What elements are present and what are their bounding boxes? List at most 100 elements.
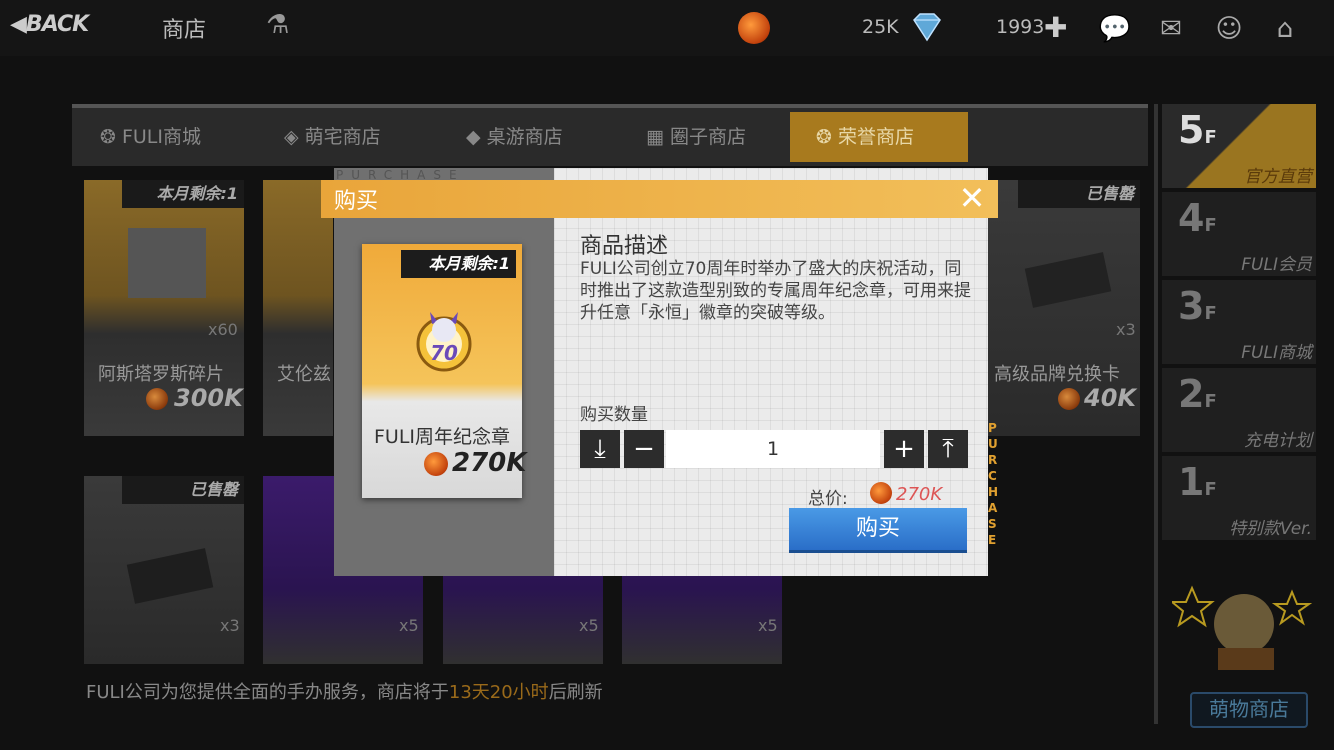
refresh-countdown: 13天20小时 bbox=[448, 682, 549, 703]
refresh-notice-prefix: FULI公司为您提供全面的手办服务，商店将于 bbox=[86, 682, 449, 703]
item-name: FULI周年纪念章 bbox=[373, 426, 511, 448]
building-icon: ▦ bbox=[646, 126, 670, 148]
card-price: 40K bbox=[1084, 384, 1136, 412]
shop-card[interactable]: 已售罄 x3 bbox=[84, 476, 244, 664]
badge-icon: ❂ bbox=[100, 126, 122, 148]
tab-label: 荣誉商店 bbox=[837, 126, 914, 148]
card-name: 高级品牌兑换卡 bbox=[994, 364, 1120, 385]
honor-icon: ❂ bbox=[816, 126, 838, 148]
shop-card[interactable]: 已售罄 x3 高级品牌兑换卡 40K bbox=[988, 180, 1140, 436]
card-tag: 已售罄 bbox=[1018, 180, 1140, 208]
cute-shop-button[interactable]: 萌物商店 bbox=[1190, 692, 1308, 728]
mascot-chibi-icon[interactable] bbox=[1172, 578, 1314, 680]
quantity-increment-button[interactable]: + bbox=[884, 430, 924, 468]
floor-label: FULI会员 bbox=[1241, 255, 1312, 275]
floor-suffix: F bbox=[1204, 215, 1217, 236]
add-currency-button[interactable]: ✚ bbox=[1044, 14, 1067, 42]
diamond-icon bbox=[913, 13, 941, 42]
quantity-min-button[interactable]: ⤓ bbox=[580, 430, 620, 468]
tab-otaku-shop[interactable]: ◈ 萌宅商店 bbox=[284, 112, 434, 162]
modal-header bbox=[321, 180, 998, 218]
floor-label: 官方直营 bbox=[1244, 167, 1312, 187]
page-title: 商店 bbox=[162, 18, 207, 43]
ticket-card-image bbox=[1024, 252, 1112, 308]
floor-number: 4 bbox=[1178, 196, 1205, 240]
card-count: x5 bbox=[399, 616, 419, 635]
coin-icon bbox=[1058, 388, 1080, 410]
card-name: 阿斯塔罗斯碎片 bbox=[98, 364, 224, 385]
back-label: BACK bbox=[25, 12, 89, 37]
floor-5[interactable]: 5F 官方直营 bbox=[1162, 104, 1316, 188]
plus-icon: + bbox=[893, 434, 915, 464]
floor-suffix: F bbox=[1204, 479, 1217, 500]
card-count: x5 bbox=[579, 616, 599, 635]
floor-number: 2 bbox=[1178, 372, 1205, 416]
tab-label: 桌游商店 bbox=[486, 126, 563, 148]
floor-2[interactable]: 2F 充电计划 bbox=[1162, 368, 1316, 452]
item-stock-tag: 本月剩余:1 bbox=[401, 250, 516, 278]
coin-icon bbox=[870, 482, 892, 504]
close-button[interactable]: ✕ bbox=[956, 182, 988, 214]
tab-fuli-mall[interactable]: ❂ FULI商城 bbox=[100, 112, 250, 162]
currency-amount-gems: 1993 bbox=[996, 16, 1045, 38]
card-tag: 已售罄 bbox=[122, 476, 244, 504]
item-price: 270K bbox=[452, 448, 527, 478]
ticket-card-image bbox=[126, 548, 214, 604]
floor-divider bbox=[1154, 104, 1158, 724]
card-tag: 本月剩余:1 bbox=[122, 180, 244, 208]
card-count: x3 bbox=[220, 616, 240, 635]
floor-label: 充电计划 bbox=[1244, 431, 1312, 451]
floor-suffix: F bbox=[1204, 303, 1217, 324]
card-price: 300K bbox=[174, 384, 243, 412]
card-count: x3 bbox=[1116, 320, 1136, 339]
gold-coin-icon bbox=[738, 12, 770, 44]
card-count: x5 bbox=[758, 616, 778, 635]
floor-4[interactable]: 4F FULI会员 bbox=[1162, 192, 1316, 276]
tab-honor-shop[interactable]: ❂ 荣誉商店 bbox=[790, 112, 968, 162]
refresh-notice-suffix: 后刷新 bbox=[548, 682, 603, 703]
minus-icon: − bbox=[633, 434, 655, 464]
modal-title: 购买 bbox=[334, 189, 379, 214]
quantity-input[interactable]: 1 bbox=[666, 430, 880, 468]
floor-number: 1 bbox=[1178, 460, 1205, 504]
floor-number: 5 bbox=[1178, 108, 1205, 152]
currency-amount-coins: 25K bbox=[862, 16, 899, 38]
dice-icon: ◆ bbox=[466, 126, 487, 148]
shop-card[interactable]: 艾伦兹 bbox=[263, 180, 333, 436]
flask-icon[interactable]: ⚗ bbox=[266, 10, 296, 44]
floor-suffix: F bbox=[1204, 127, 1217, 148]
medal-number: 70 bbox=[430, 341, 458, 365]
quantity-label: 购买数量 bbox=[580, 405, 648, 425]
description-text: FULI公司创立70周年时举办了盛大的庆祝活动，同时推出了这款造型别致的专属周年… bbox=[580, 259, 971, 323]
floor-3[interactable]: 3F FULI商城 bbox=[1162, 280, 1316, 364]
floor-label: FULI商城 bbox=[1241, 343, 1312, 363]
refresh-notice: FULI公司为您提供全面的手办服务，商店将于13天20小时后刷新 bbox=[86, 678, 603, 704]
tab-label: 圈子商店 bbox=[670, 126, 747, 148]
total-price-value: 270K bbox=[896, 484, 943, 505]
tab-circle-shop[interactable]: ▦ 圈子商店 bbox=[646, 112, 796, 162]
floor-number: 3 bbox=[1178, 284, 1205, 328]
home-icon[interactable]: ⌂ bbox=[1268, 12, 1302, 46]
tab-label: 萌宅商店 bbox=[304, 126, 381, 148]
coin-icon bbox=[146, 388, 168, 410]
robot-icon[interactable]: ☺ bbox=[1212, 12, 1246, 46]
coin-icon bbox=[424, 452, 448, 476]
buy-button[interactable]: 购买 bbox=[789, 508, 967, 553]
arrow-down-to-bar-icon: ⤓ bbox=[594, 434, 606, 464]
chat-icon[interactable]: 💬 bbox=[1098, 12, 1132, 46]
quantity-max-button[interactable]: ⤒ bbox=[928, 430, 968, 468]
anniversary-medal-icon: 70 bbox=[416, 312, 472, 372]
back-arrow-icon: ◀ bbox=[10, 12, 27, 37]
card-name: 艾伦兹 bbox=[277, 364, 331, 385]
shop-card[interactable]: 本月剩余:1 x60 阿斯塔罗斯碎片 300K bbox=[84, 180, 244, 436]
back-button[interactable]: ◀BACK bbox=[10, 12, 120, 44]
quantity-decrement-button[interactable]: − bbox=[624, 430, 664, 468]
floor-1[interactable]: 1F 特别款Ver. bbox=[1162, 456, 1316, 540]
card-count: x60 bbox=[208, 320, 238, 339]
floor-suffix: F bbox=[1204, 391, 1217, 412]
tab-board-game-shop[interactable]: ◆ 桌游商店 bbox=[466, 112, 616, 162]
arrow-up-to-bar-icon: ⤒ bbox=[942, 434, 954, 464]
side-purchase-label: PURCHASE bbox=[988, 421, 1001, 547]
character-portrait bbox=[128, 228, 206, 298]
mail-icon[interactable]: ✉ bbox=[1154, 12, 1188, 46]
